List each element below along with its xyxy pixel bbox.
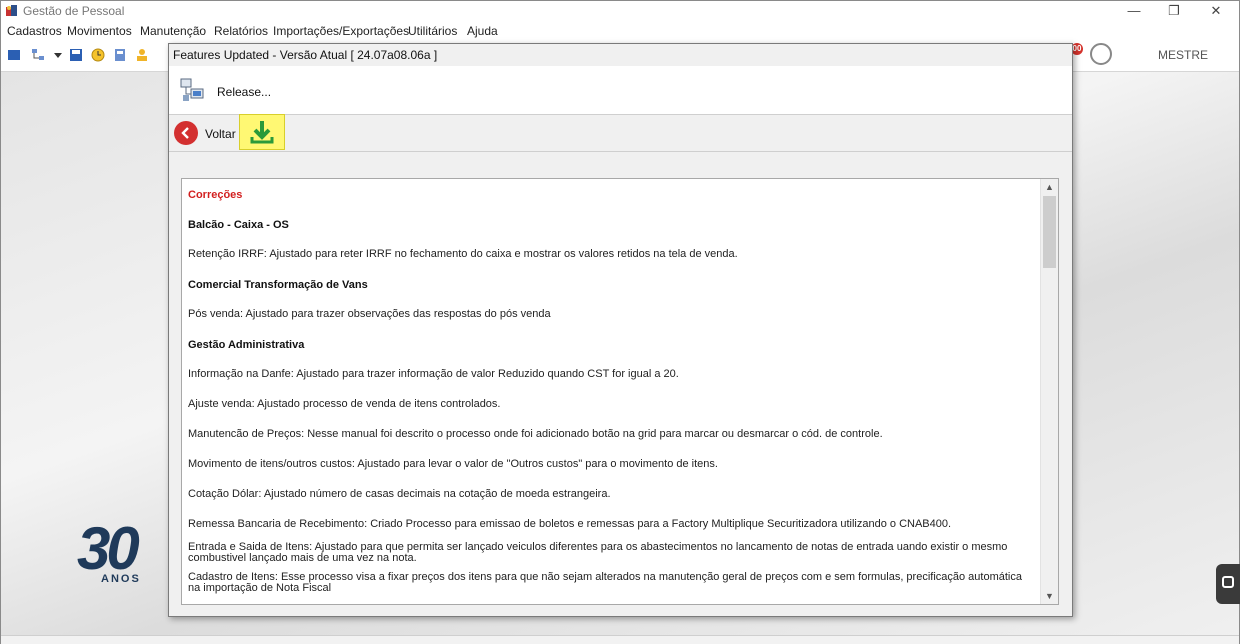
scroll-thumb[interactable] (1043, 196, 1056, 268)
menu-movimentos[interactable]: Movimentos (67, 24, 132, 38)
list-item: Retenção IRRF: Ajustado para reter IRRF … (188, 248, 738, 260)
app-title: Gestão de Pessoal (23, 4, 125, 18)
book-icon[interactable] (7, 48, 21, 62)
title-bar: Gestão de Pessoal — ❐ ✕ (1, 1, 1239, 21)
list-item: Entrada e Saida de Itens: Ajustado para … (188, 541, 1008, 564)
back-button[interactable]: Voltar (174, 121, 239, 147)
logo-number: 30 (77, 515, 140, 582)
restore-button[interactable]: ❐ (1151, 1, 1197, 21)
menu-relatorios[interactable]: Relatórios (214, 24, 268, 38)
user-avatar[interactable] (1090, 43, 1112, 65)
list-item: Ajuste venda: Ajustado processo de venda… (188, 398, 501, 410)
list-item: Pós venda: Ajustado para trazer observaç… (188, 308, 551, 320)
list-item: Manutencão de Preços: Nesse manual foi d… (188, 428, 883, 440)
list-item: Cotação Dólar: Ajustado número de casas … (188, 488, 611, 500)
release-label: Release... (217, 85, 272, 99)
dialog-header: Release... (169, 66, 1072, 115)
list-item: Informação na Danfe: Ajustado para traze… (188, 368, 679, 380)
features-updated-dialog: Features Updated - Versão Atual [ 24.07a… (168, 43, 1073, 617)
menu-utilitarios[interactable]: Utilitários (408, 24, 457, 38)
app-logo-icon (6, 5, 17, 16)
menu-importacoes-exportacoes[interactable]: Importações/Exportações (273, 24, 409, 38)
group-heading: Balcão - Caixa - OS (188, 219, 289, 231)
menu-ajuda[interactable]: Ajuda (467, 24, 498, 38)
back-arrow-icon (174, 121, 198, 145)
dropdown-arrow-icon[interactable] (51, 48, 65, 62)
group-heading: Gestão Administrativa (188, 339, 305, 351)
menu-manutencao[interactable]: Manutenção (140, 24, 206, 38)
clock-icon[interactable] (91, 48, 105, 62)
network-icon[interactable] (31, 48, 45, 62)
computer-network-icon (180, 78, 204, 101)
list-item: Cadastro de Itens: Esse processo visa a … (188, 571, 1022, 594)
user-name: MESTRE (1158, 48, 1209, 62)
back-label: Voltar (205, 127, 236, 141)
logo-subtitle: ANOS (101, 573, 141, 585)
calculator-icon[interactable] (113, 48, 127, 62)
menu-bar: Cadastros Movimentos Manutenção Relatóri… (1, 21, 1239, 41)
section-title: Correções (188, 189, 243, 201)
group-heading: Comercial Transformação de Vans (188, 279, 368, 291)
vertical-scrollbar[interactable]: ▲ ▼ (1040, 179, 1058, 604)
list-item: Remessa Bancaria de Recebimento: Criado … (188, 518, 952, 530)
users-icon[interactable] (135, 48, 149, 62)
company-logo: 30 ANOS (77, 515, 140, 586)
release-notes-panel[interactable]: Correções Balcão - Caixa - OS Retenção I… (181, 178, 1059, 605)
scroll-down-icon[interactable]: ▼ (1041, 588, 1058, 604)
scroll-up-icon[interactable]: ▲ (1041, 179, 1058, 195)
dialog-title: Features Updated - Versão Atual [ 24.07a… (173, 48, 438, 62)
app-window: Gestão de Pessoal — ❐ ✕ Cadastros Movime… (0, 0, 1240, 644)
close-button[interactable]: ✕ (1193, 1, 1239, 21)
menu-cadastros[interactable]: Cadastros (7, 24, 62, 38)
dialog-toolbar: Voltar (169, 114, 1072, 152)
status-bar (1, 635, 1239, 644)
list-item: Movimento de itens/outros custos: Ajusta… (188, 458, 718, 470)
panel-icon (1222, 576, 1234, 588)
download-button[interactable] (239, 114, 285, 150)
save-icon[interactable] (69, 48, 83, 62)
side-panel-tab[interactable] (1216, 564, 1240, 604)
download-icon (250, 121, 274, 144)
